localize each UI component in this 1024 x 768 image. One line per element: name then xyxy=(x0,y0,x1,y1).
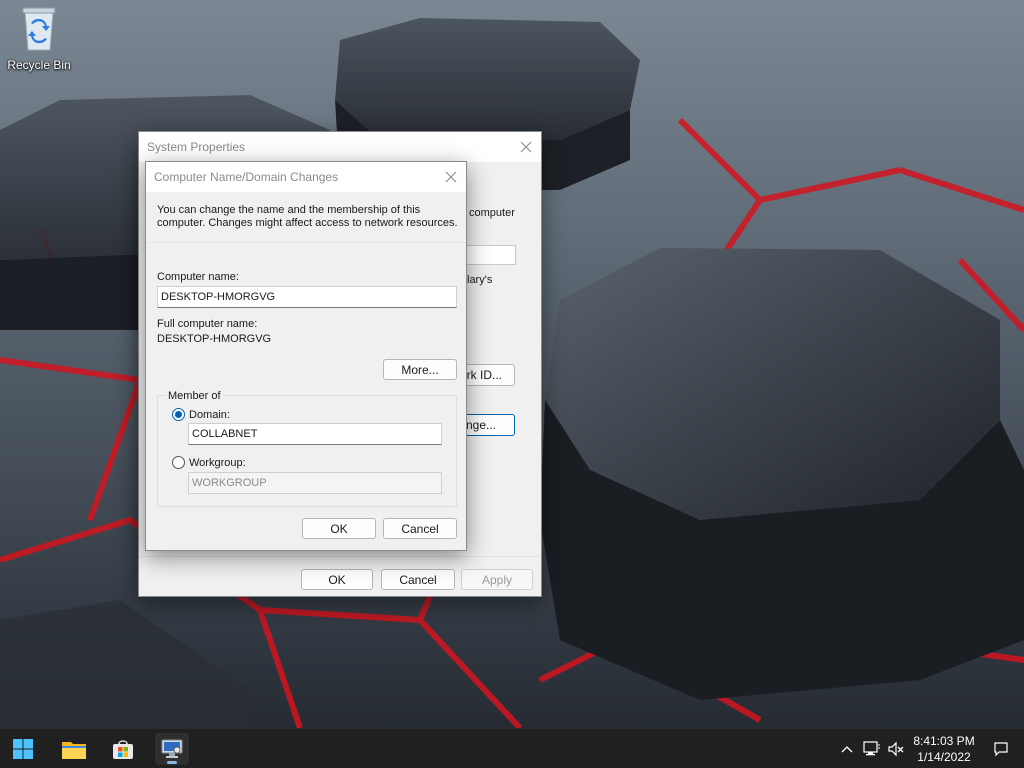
ok-button[interactable]: OK xyxy=(301,569,373,590)
example-text-fragment: lary's xyxy=(467,274,493,286)
computer-name-input[interactable]: DESKTOP-HMORGVG xyxy=(157,286,457,308)
more-button[interactable]: More... xyxy=(383,359,457,380)
member-of-legend: Member of xyxy=(166,390,223,403)
computer-description-input[interactable] xyxy=(464,245,516,265)
start-button[interactable] xyxy=(6,733,40,765)
cancel-button[interactable]: Cancel xyxy=(383,518,457,539)
clock-date: 1/14/2022 xyxy=(917,750,971,764)
dialog-title: Computer Name/Domain Changes xyxy=(154,170,339,184)
desktop-icon-recycle-bin[interactable]: Recycle Bin xyxy=(4,4,74,76)
apply-button[interactable]: Apply xyxy=(461,569,533,590)
window-title: System Properties xyxy=(147,140,246,154)
notification-center-button[interactable] xyxy=(988,729,1014,768)
chevron-up-icon xyxy=(841,746,853,753)
computer-name-body: You can change the name and the membersh… xyxy=(146,192,466,550)
network-button[interactable] xyxy=(860,729,884,768)
computer-name-titlebar: Computer Name/Domain Changes xyxy=(146,162,466,192)
full-computer-name-value: DESKTOP-HMORGVG xyxy=(157,333,272,345)
show-hidden-icons-button[interactable] xyxy=(836,729,858,768)
taskbar: 8:41:03 PM 1/14/2022 xyxy=(0,728,1024,768)
volume-muted-icon xyxy=(888,741,904,757)
cancel-button[interactable]: Cancel xyxy=(381,569,455,590)
system-properties-titlebar: System Properties xyxy=(139,132,541,162)
domain-radio[interactable] xyxy=(172,408,185,421)
close-icon xyxy=(520,141,532,153)
description-line-2: computer. Changes might affect access to… xyxy=(157,217,458,229)
ok-button[interactable]: OK xyxy=(302,518,376,539)
description-fragment: computer xyxy=(469,207,515,219)
domain-value: COLLABNET xyxy=(192,428,258,440)
close-icon xyxy=(445,171,457,183)
close-button[interactable] xyxy=(436,162,466,192)
computer-name-label: Computer name: xyxy=(157,271,239,283)
clock-time: 8:41:03 PM xyxy=(913,734,975,748)
close-button[interactable] xyxy=(511,132,541,162)
workgroup-value: WORKGROUP xyxy=(192,477,267,489)
file-explorer-icon xyxy=(62,742,86,759)
store-icon xyxy=(113,740,133,759)
workgroup-label: Workgroup: xyxy=(189,457,246,469)
computer-name-dialog: Computer Name/Domain Changes You can cha… xyxy=(145,161,467,551)
taskbar-file-explorer[interactable] xyxy=(57,733,91,765)
windows-start-icon xyxy=(13,739,33,759)
recycle-bin-icon xyxy=(19,4,59,52)
divider xyxy=(146,242,466,243)
taskbar-microsoft-store[interactable] xyxy=(106,733,140,765)
domain-input[interactable]: COLLABNET xyxy=(188,423,442,445)
volume-button[interactable] xyxy=(885,729,907,768)
network-icon xyxy=(863,741,880,756)
taskbar-clock[interactable]: 8:41:03 PM 1/14/2022 xyxy=(906,733,982,765)
computer-name-value: DESKTOP-HMORGVG xyxy=(161,291,276,303)
notification-icon xyxy=(994,742,1008,757)
desktop-icon-label: Recycle Bin xyxy=(7,58,71,72)
workgroup-input[interactable]: WORKGROUP xyxy=(188,472,442,494)
system-properties-icon xyxy=(161,739,183,758)
taskbar-system-properties[interactable] xyxy=(155,733,189,765)
domain-label: Domain: xyxy=(189,409,230,421)
workgroup-radio[interactable] xyxy=(172,456,185,469)
full-computer-name-label: Full computer name: xyxy=(157,318,258,330)
description-line-1: You can change the name and the membersh… xyxy=(157,204,421,216)
active-app-indicator xyxy=(167,761,177,764)
